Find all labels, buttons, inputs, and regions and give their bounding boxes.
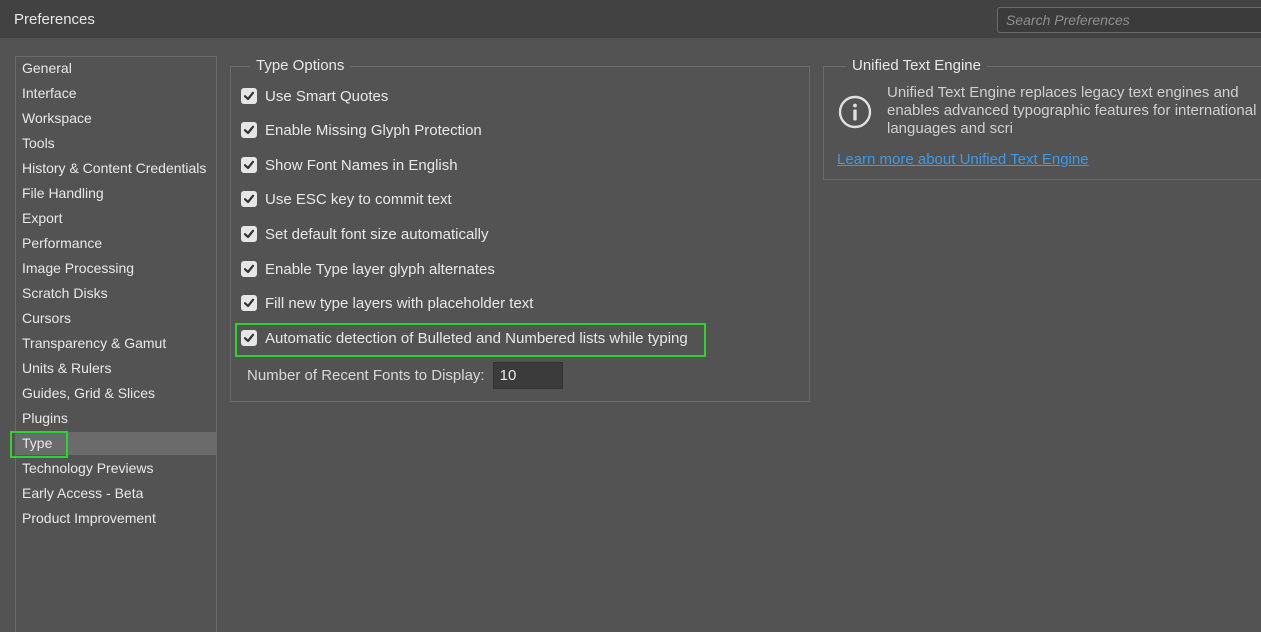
sidebar-item-performance[interactable]: Performance — [16, 232, 216, 255]
ute-title: Unified Text Engine — [846, 57, 987, 74]
ute-description: Unified Text Engine replaces legacy text… — [887, 84, 1257, 137]
checkbox-checked-icon[interactable] — [241, 330, 257, 346]
ute-learn-more-link[interactable]: Learn more about Unified Text Engine — [837, 151, 1089, 168]
recent-fonts-label: Number of Recent Fonts to Display: — [247, 367, 485, 384]
search-input[interactable] — [997, 7, 1261, 33]
sidebar-item-transparency[interactable]: Transparency & Gamut — [16, 332, 216, 355]
option-label: Set default font size automatically — [265, 225, 489, 243]
sidebar-item-file-handling[interactable]: File Handling — [16, 182, 216, 205]
sidebar-item-image-processing[interactable]: Image Processing — [16, 257, 216, 280]
sidebar-item-export[interactable]: Export — [16, 207, 216, 230]
sidebar-item-cursors[interactable]: Cursors — [16, 307, 216, 330]
recent-fonts-input[interactable] — [492, 362, 563, 389]
sidebar-item-type[interactable]: Type — [16, 432, 216, 455]
type-options-group: Type Options Use Smart Quotes Enable Mis… — [230, 57, 810, 402]
option-label: Enable Type layer glyph alternates — [265, 260, 495, 278]
option-label: Fill new type layers with placeholder te… — [265, 294, 534, 312]
checkbox-checked-icon[interactable] — [241, 261, 257, 277]
preferences-sidebar: General Interface Workspace Tools Histor… — [15, 56, 217, 632]
sidebar-item-general[interactable]: General — [16, 57, 216, 80]
sidebar-item-product-improvement[interactable]: Product Improvement — [16, 507, 216, 530]
option-label: Automatic detection of Bulleted and Numb… — [265, 329, 688, 347]
info-icon — [838, 95, 872, 129]
title-bar: Preferences — [0, 0, 1261, 38]
option-placeholder-text[interactable]: Fill new type layers with placeholder te… — [241, 293, 533, 313]
recent-fonts-row: Number of Recent Fonts to Display: — [247, 362, 563, 389]
option-smart-quotes[interactable]: Use Smart Quotes — [241, 86, 388, 106]
sidebar-item-interface[interactable]: Interface — [16, 82, 216, 105]
sidebar-item-early-access[interactable]: Early Access - Beta — [16, 482, 216, 505]
sidebar-item-history[interactable]: History & Content Credentials — [16, 157, 216, 180]
option-missing-glyph[interactable]: Enable Missing Glyph Protection — [241, 120, 482, 140]
option-label: Enable Missing Glyph Protection — [265, 121, 482, 139]
sidebar-item-scratch-disks[interactable]: Scratch Disks — [16, 282, 216, 305]
checkbox-checked-icon[interactable] — [241, 88, 257, 104]
preferences-dialog: Preferences General Interface Workspace … — [0, 0, 1261, 632]
sidebar-item-units-rulers[interactable]: Units & Rulers — [16, 357, 216, 380]
checkbox-checked-icon[interactable] — [241, 295, 257, 311]
dialog-title: Preferences — [14, 11, 95, 28]
checkbox-checked-icon[interactable] — [241, 157, 257, 173]
option-label: Use ESC key to commit text — [265, 190, 452, 208]
sidebar-item-plugins[interactable]: Plugins — [16, 407, 216, 430]
checkbox-checked-icon[interactable] — [241, 122, 257, 138]
unified-text-engine-group: Unified Text Engine Unified Text Engine … — [823, 57, 1261, 180]
option-label: Use Smart Quotes — [265, 87, 389, 105]
type-options-title: Type Options — [250, 57, 351, 74]
option-esc-commit[interactable]: Use ESC key to commit text — [241, 189, 452, 209]
option-font-names-english[interactable]: Show Font Names in English — [241, 155, 458, 175]
option-glyph-alternates[interactable]: Enable Type layer glyph alternates — [241, 259, 495, 279]
sidebar-item-guides[interactable]: Guides, Grid & Slices — [16, 382, 216, 405]
sidebar-item-tools[interactable]: Tools — [16, 132, 216, 155]
checkbox-checked-icon[interactable] — [241, 191, 257, 207]
option-label: Show Font Names in English — [265, 156, 458, 174]
option-auto-detect-lists[interactable]: Automatic detection of Bulleted and Numb… — [241, 328, 688, 348]
checkbox-checked-icon[interactable] — [241, 226, 257, 242]
sidebar-item-workspace[interactable]: Workspace — [16, 107, 216, 130]
option-default-font-size[interactable]: Set default font size automatically — [241, 224, 488, 244]
sidebar-item-technology-previews[interactable]: Technology Previews — [16, 457, 216, 480]
